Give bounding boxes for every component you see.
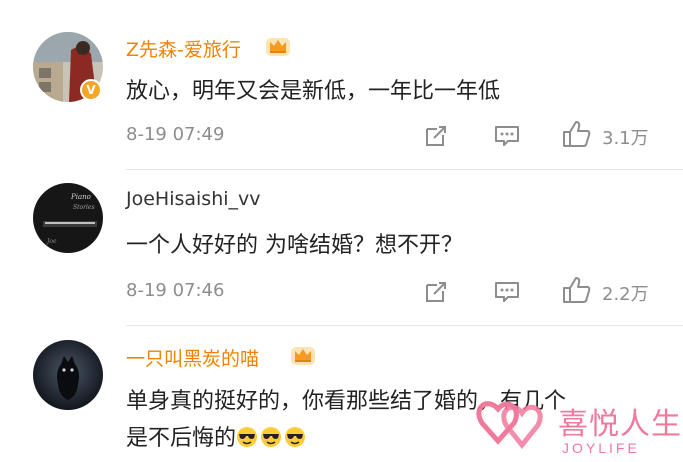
avatar[interactable] (33, 340, 103, 410)
vip-crown-icon (291, 347, 315, 365)
sunglasses-emoji-icon (261, 427, 282, 447)
comment-text-line-2-text: 是不后悔的 (126, 426, 237, 451)
watermark-sub: JOYLIFE (562, 440, 640, 456)
watermark-brand: 喜悦人生 (558, 407, 682, 442)
joylife-watermark: 喜悦人生 JOYLIFE (470, 393, 683, 462)
username[interactable]: 一只叫黑炭的喵 (126, 344, 259, 371)
comment-text-line-2: 是不后悔的 (126, 420, 308, 452)
joylife-logo-icon (476, 401, 543, 450)
sunglasses-emoji-icon (285, 427, 306, 447)
sunglasses-emoji-group (236, 426, 308, 451)
sunglasses-emoji-icon (237, 427, 258, 447)
